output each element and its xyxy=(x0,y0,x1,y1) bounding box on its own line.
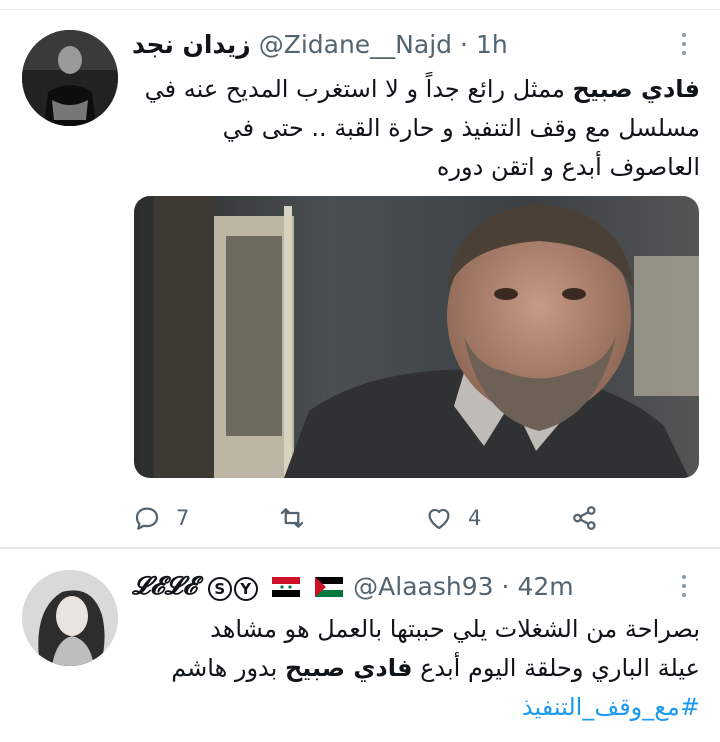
hashtag-link[interactable]: #مع_وقف_التنفيذ xyxy=(522,693,700,721)
tweet-text-line: بصراحة من الشغلات يلي حببتها بالعمل هو م… xyxy=(210,615,700,643)
palestine-flag-icon xyxy=(315,577,344,597)
timestamp[interactable]: 1h xyxy=(476,30,508,59)
badge-y: Y xyxy=(233,577,258,601)
avatar[interactable] xyxy=(22,570,118,666)
mention-bold: فادي صبيح xyxy=(572,75,700,103)
like-button[interactable]: 4 xyxy=(424,498,481,538)
tweet[interactable]: زيدان نجد @Zidane__Najd · 1h فادي صبيح م… xyxy=(0,10,720,547)
share-button[interactable] xyxy=(570,498,600,538)
tweet-text-part: بدور هاشم xyxy=(171,654,285,682)
like-count: 4 xyxy=(468,506,482,530)
display-name-text: 𝓛𝓔𝓛𝓔 xyxy=(132,571,198,600)
avatar[interactable] xyxy=(22,30,118,126)
more-options-icon[interactable] xyxy=(672,26,696,62)
tweet-header: زيدان نجد @Zidane__Najd · 1h xyxy=(132,26,660,62)
reply-count: 7 xyxy=(176,506,190,530)
syria-flag-icon xyxy=(272,577,301,597)
reply-icon xyxy=(135,507,159,530)
retweet-button[interactable] xyxy=(277,498,321,538)
retweet-icon xyxy=(280,508,304,528)
user-handle[interactable]: @Zidane__Najd xyxy=(259,30,452,59)
separator: · xyxy=(501,571,510,601)
tweet-text: بصراحة من الشغلات يلي حببتها بالعمل هو م… xyxy=(132,610,700,727)
display-name[interactable]: 𝓛𝓔𝓛𝓔 SY xyxy=(132,571,344,601)
tweet-text-part: عيلة الباري وحلقة اليوم أبدع xyxy=(412,654,700,682)
tweet-text: فادي صبيح ممثل رائع جداً و لا استغرب الم… xyxy=(132,70,700,187)
more-options-icon[interactable] xyxy=(672,568,696,604)
share-icon xyxy=(573,506,596,530)
reply-button[interactable]: 7 xyxy=(132,498,189,538)
display-name[interactable]: زيدان نجد xyxy=(132,30,251,59)
badge-s: S xyxy=(207,577,232,601)
like-icon xyxy=(428,508,450,530)
tweet-actions: 7 4 xyxy=(132,498,700,538)
tweet-divider xyxy=(0,547,720,549)
timestamp[interactable]: 42m xyxy=(518,572,574,601)
tweet-text-line: عيلة الباري وحلقة اليوم أبدع فادي صبيح ب… xyxy=(132,649,700,688)
tweet[interactable]: 𝓛𝓔𝓛𝓔 SY @Alaash93 · 42m بصراحة من الشغلا… xyxy=(0,550,720,742)
mention-bold: فادي صبيح xyxy=(284,654,413,682)
user-handle[interactable]: @Alaash93 xyxy=(353,572,493,601)
separator: · xyxy=(460,29,468,59)
tweet-image[interactable] xyxy=(134,196,699,478)
tweet-header: 𝓛𝓔𝓛𝓔 SY @Alaash93 · 42m xyxy=(132,568,660,604)
